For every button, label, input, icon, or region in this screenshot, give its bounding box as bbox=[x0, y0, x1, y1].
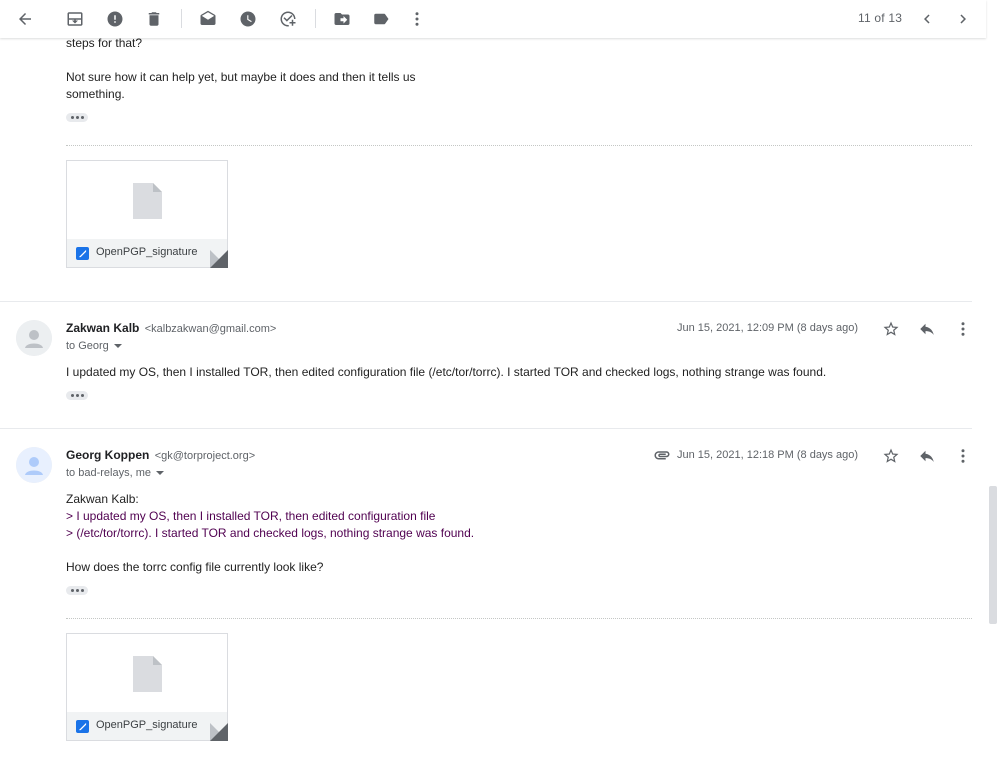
attachment-filename: OpenPGP_signature bbox=[96, 246, 198, 258]
file-icon bbox=[133, 656, 162, 692]
chevron-right-icon[interactable] bbox=[951, 7, 975, 31]
more-vert-icon[interactable] bbox=[405, 7, 429, 31]
file-icon bbox=[133, 183, 162, 219]
page-fold-shadow bbox=[210, 723, 228, 741]
mark-unread-icon[interactable] bbox=[196, 7, 220, 31]
avatar[interactable] bbox=[16, 320, 52, 356]
avatar[interactable] bbox=[16, 447, 52, 483]
move-to-icon[interactable] bbox=[330, 7, 354, 31]
sender-email: <kalbzakwan@gmail.com> bbox=[144, 323, 277, 335]
attachment-footer: OpenPGP_signature bbox=[67, 712, 227, 740]
reply-icon[interactable] bbox=[917, 319, 937, 339]
attachment-divider bbox=[66, 145, 972, 146]
delete-icon[interactable] bbox=[142, 7, 166, 31]
archive-icon[interactable] bbox=[63, 7, 87, 31]
star-icon[interactable] bbox=[881, 319, 901, 339]
sender-email: <gk@torproject.org> bbox=[154, 450, 256, 462]
toolbar-divider bbox=[181, 9, 182, 28]
page-fold-shadow bbox=[210, 250, 228, 268]
sender-name[interactable]: Georg Koppen bbox=[66, 448, 149, 462]
message-body-line: something. bbox=[66, 87, 125, 101]
chevron-down-icon[interactable] bbox=[155, 471, 164, 476]
person-icon bbox=[16, 320, 52, 356]
back-arrow-icon[interactable] bbox=[13, 7, 37, 31]
message-body-line: Not sure how it can help yet, but maybe … bbox=[66, 70, 416, 84]
attachment-type-icon bbox=[76, 247, 89, 260]
message-separator bbox=[0, 301, 972, 302]
recipients-text: to bad-relays, me bbox=[66, 467, 151, 479]
recipients-line[interactable]: to bad-relays, me bbox=[66, 467, 164, 479]
quoted-line: > (/etc/tor/torrc). I started TOR and ch… bbox=[66, 526, 475, 540]
person-icon bbox=[16, 447, 52, 483]
recipients-text: to Georg bbox=[66, 340, 109, 352]
attachment-card[interactable]: OpenPGP_signature bbox=[66, 633, 228, 741]
label-icon[interactable] bbox=[369, 7, 393, 31]
quoted-line: > I updated my OS, then I installed TOR,… bbox=[66, 509, 436, 523]
chevron-left-icon[interactable] bbox=[915, 7, 939, 31]
sender-name[interactable]: Zakwan Kalb bbox=[66, 321, 139, 335]
recipients-line[interactable]: to Georg bbox=[66, 340, 122, 352]
scrollbar-track[interactable] bbox=[986, 38, 999, 765]
conversation-view: steps for that? Not sure how it can help… bbox=[0, 0, 986, 765]
add-to-tasks-icon[interactable] bbox=[276, 7, 300, 31]
star-icon[interactable] bbox=[881, 446, 901, 466]
snooze-icon[interactable] bbox=[236, 7, 260, 31]
attachment-type-icon bbox=[76, 720, 89, 733]
message-body: I updated my OS, then I installed TOR, t… bbox=[66, 365, 827, 379]
sender-line: Zakwan Kalb <kalbzakwan@gmail.com> bbox=[66, 321, 276, 335]
scrollbar-thumb[interactable] bbox=[989, 486, 997, 624]
conversation-toolbar: 11 of 13 bbox=[0, 0, 986, 38]
more-vert-icon[interactable] bbox=[953, 446, 973, 466]
message-separator bbox=[0, 428, 972, 429]
attachment-filename: OpenPGP_signature bbox=[96, 719, 198, 731]
report-spam-icon[interactable] bbox=[103, 7, 127, 31]
sender-line: Georg Koppen <gk@torproject.org> bbox=[66, 448, 255, 462]
attachment-divider bbox=[66, 618, 972, 619]
pagination-count: 11 of 13 bbox=[858, 11, 903, 25]
chevron-down-icon[interactable] bbox=[113, 344, 122, 349]
show-trimmed-content-button[interactable] bbox=[66, 113, 88, 122]
reply-icon[interactable] bbox=[917, 446, 937, 466]
attachment-footer: OpenPGP_signature bbox=[67, 239, 227, 267]
show-trimmed-content-button[interactable] bbox=[66, 586, 88, 595]
message-date: Jun 15, 2021, 12:18 PM (8 days ago) bbox=[677, 449, 859, 461]
more-vert-icon[interactable] bbox=[953, 319, 973, 339]
show-trimmed-content-button[interactable] bbox=[66, 391, 88, 400]
attachment-clip-icon bbox=[652, 445, 672, 465]
toolbar-divider bbox=[315, 9, 316, 28]
message-date: Jun 15, 2021, 12:09 PM (8 days ago) bbox=[677, 322, 859, 334]
message-greeting: Zakwan Kalb: bbox=[66, 492, 139, 506]
message-body: How does the torrc config file currently… bbox=[66, 560, 324, 574]
attachment-card[interactable]: OpenPGP_signature bbox=[66, 160, 228, 268]
